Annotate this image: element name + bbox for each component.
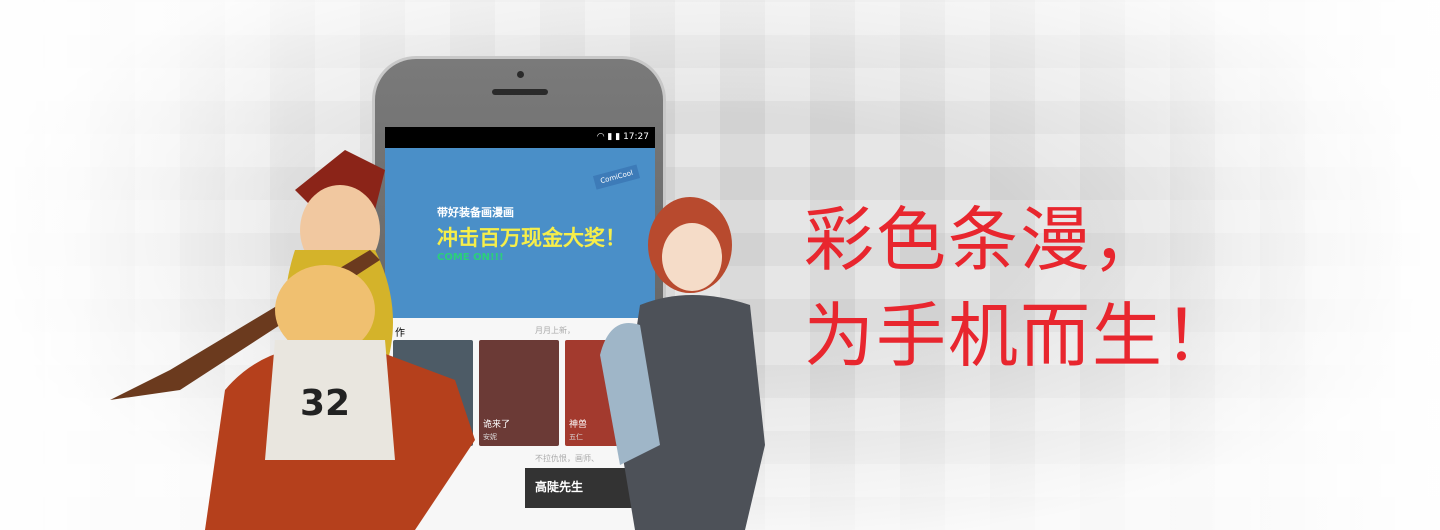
- section-subtitle: 月月上新，: [535, 326, 575, 335]
- face-shape: [662, 223, 722, 291]
- shirt-number: 32: [300, 383, 350, 424]
- section-subtitle: 不拉仇恨，画师、: [535, 454, 599, 463]
- promo-banner: ◠ ▮ ▮ 17:27 ComiCool 带好装备画漫画 冲击百万现金大奖！ C…: [0, 0, 1440, 530]
- boy-characters-illustration: 32: [110, 150, 475, 530]
- headline-line1: 彩色条漫，: [804, 199, 1164, 281]
- girl-character-illustration: [600, 197, 765, 530]
- headline-line2: 为手机而生！: [804, 295, 1236, 377]
- speaker-grille: [492, 89, 548, 95]
- camera-icon: [517, 71, 524, 78]
- wifi-icon: ◠ ▮ ▮: [596, 132, 624, 142]
- status-time: 17:27: [623, 132, 649, 142]
- headline: 彩色条漫， 为手机而生！: [804, 192, 1236, 384]
- brand-tag: ComiCool: [592, 164, 641, 190]
- card-title: 神兽: [569, 420, 588, 430]
- card-author: 五仁: [569, 433, 583, 441]
